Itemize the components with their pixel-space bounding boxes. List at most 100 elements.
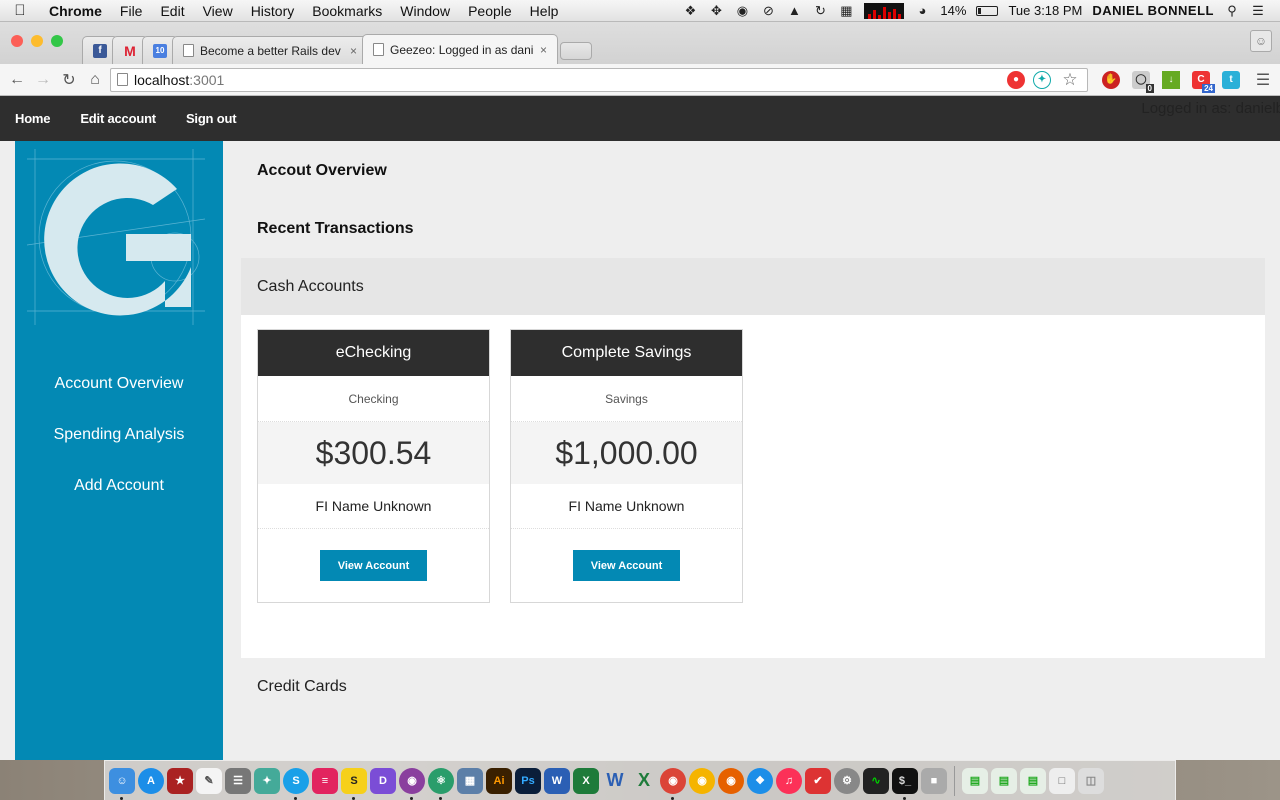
preview-icon[interactable]: ■	[921, 767, 947, 794]
photoshop-icon[interactable]: Ps	[515, 767, 541, 794]
address-bar[interactable]: localhost :3001 ● ✦ ☆	[110, 67, 1088, 92]
ghostery-badge: 0	[1145, 83, 1154, 93]
word-icon[interactable]: W	[544, 767, 570, 794]
calendar-ext-icon[interactable]: C 24	[1192, 70, 1215, 93]
notes-icon[interactable]: ☰	[225, 767, 251, 794]
finder-icon[interactable]: ☺	[109, 767, 135, 800]
calculator-icon[interactable]: ▦	[457, 767, 483, 794]
tab-close-icon[interactable]: ×	[534, 43, 547, 57]
tumblr-icon[interactable]: t	[1222, 70, 1240, 89]
download-arrow-icon[interactable]: ↓	[1162, 70, 1180, 89]
textedit-icon[interactable]: ✎	[196, 767, 222, 794]
view-account-button[interactable]: View Account	[320, 550, 427, 581]
chrome-icon[interactable]: ◉	[660, 767, 686, 800]
spotlight-search-icon[interactable]: ⚲	[1224, 3, 1240, 18]
terminal-icon[interactable]: $_	[892, 767, 918, 800]
menubar-clock[interactable]: Tue 3:18 PM	[1008, 3, 1082, 18]
cash-accounts-panel: eChecking Checking $300.54 FI Name Unkno…	[241, 315, 1265, 658]
reload-icon[interactable]: ↻	[58, 69, 80, 91]
safari-icon[interactable]: ❖	[747, 767, 773, 794]
page-body: ® Account Overview Spending Analysis Add…	[0, 141, 1280, 760]
app-store-icon[interactable]: A	[138, 767, 164, 794]
menu-bookmarks[interactable]: Bookmarks	[303, 3, 391, 19]
account-card: Complete Savings Savings $1,000.00 FI Na…	[510, 329, 743, 603]
time-machine-icon[interactable]: ↻	[812, 3, 828, 18]
tab-title: Geezeo: Logged in as dani	[390, 42, 534, 57]
lastpass-icon[interactable]: ●	[1007, 70, 1025, 89]
calendar-ext-badge: 24	[1202, 83, 1215, 93]
atom-icon[interactable]: ⚛	[428, 767, 454, 800]
menu-people[interactable]: People	[459, 3, 521, 19]
url-port: :3001	[189, 71, 225, 88]
share-icon[interactable]: ✦	[1033, 70, 1051, 89]
menu-edit[interactable]: Edit	[151, 3, 193, 19]
sidebar-item-spending-analysis[interactable]: Spending Analysis	[15, 426, 223, 444]
evernote-icon[interactable]: ▲	[786, 3, 802, 18]
zoom-window-button[interactable]	[51, 35, 63, 47]
marker-icon[interactable]: ≡	[312, 767, 338, 794]
chrome-canary-icon[interactable]: ◉	[689, 767, 715, 794]
adblock-icon[interactable]: ✋	[1102, 70, 1120, 89]
ghostery-icon[interactable]: ◯ 0	[1132, 70, 1154, 93]
view-account-button[interactable]: View Account	[573, 550, 680, 581]
menu-history[interactable]: History	[242, 3, 304, 19]
blocked-icon[interactable]: ⊘	[760, 3, 776, 18]
battery-icon[interactable]	[976, 5, 999, 16]
numbers-doc-icon[interactable]: ▤	[962, 767, 988, 794]
menu-view[interactable]: View	[194, 3, 242, 19]
tor-icon[interactable]: ◉	[399, 767, 425, 800]
browser-toolbar: ← → ↻ ⌂ localhost :3001 ● ✦ ☆ ✋ ◯ 0 ↓ C 24…	[0, 64, 1280, 96]
home-icon[interactable]: ⌂	[84, 69, 106, 91]
bookmark-star-icon[interactable]: ☆	[1059, 69, 1081, 91]
numbers-doc-icon[interactable]: ▤	[1020, 767, 1046, 794]
nav-home-link[interactable]: Home	[15, 111, 51, 126]
dock: ☺ A ★ ✎ ☰ ✦ S ≡ S D ◉ ⚛ ▦ Ai Ps W X W X …	[104, 760, 1176, 800]
memory-monitor-icon[interactable]: ▦	[838, 3, 854, 18]
firefox-icon[interactable]: ◉	[718, 767, 744, 794]
tab-geezeo[interactable]: Geezeo: Logged in as dani ×	[362, 34, 558, 64]
notification-center-icon[interactable]: ☰	[1250, 3, 1266, 18]
tab-rails-article[interactable]: Become a better Rails dev ×	[172, 36, 368, 64]
menu-help[interactable]: Help	[521, 3, 568, 19]
wunderlist-icon[interactable]: ★	[167, 767, 193, 794]
sidebar-item-add-account[interactable]: Add Account	[15, 477, 223, 495]
word-w-icon[interactable]: W	[602, 768, 628, 794]
nav-sign-out-link[interactable]: Sign out	[186, 111, 237, 126]
account-balance: $300.54	[258, 422, 489, 484]
numbers-doc-icon[interactable]: ▤	[991, 767, 1017, 794]
sublime-icon[interactable]: S	[341, 767, 367, 800]
excel-icon[interactable]: X	[573, 767, 599, 794]
lightbulb-icon[interactable]: ◉	[734, 3, 750, 18]
move-icon[interactable]: ✥	[708, 3, 724, 18]
new-tab-button[interactable]	[560, 42, 592, 60]
image-capture-icon[interactable]: ✦	[254, 767, 280, 794]
menu-window[interactable]: Window	[391, 3, 459, 19]
close-window-button[interactable]	[11, 35, 23, 47]
minimize-window-button[interactable]	[31, 35, 43, 47]
cleanmymac-icon[interactable]: ✔	[805, 767, 831, 794]
itunes-icon[interactable]: ♫	[776, 767, 802, 794]
tab-title: Become a better Rails dev	[200, 43, 341, 58]
illustrator-icon[interactable]: Ai	[486, 767, 512, 794]
back-arrow-icon[interactable]: ←	[6, 69, 28, 91]
apple-menu-icon[interactable]: 	[0, 2, 40, 19]
document-icon[interactable]: □	[1049, 767, 1075, 794]
menubar-user[interactable]: DANIEL BONNELL	[1092, 3, 1214, 18]
tab-close-icon[interactable]: ×	[344, 44, 357, 58]
chrome-menu-icon[interactable]: ☰	[1252, 69, 1274, 91]
sidebar-item-account-overview[interactable]: Account Overview	[15, 375, 223, 393]
dropbox-icon[interactable]: ❖	[682, 3, 698, 18]
wifi-icon[interactable]: ◕	[914, 3, 930, 18]
forward-arrow-icon[interactable]: →	[32, 69, 54, 91]
system-preferences-icon[interactable]: ⚙	[834, 767, 860, 794]
dash-icon[interactable]: D	[370, 767, 396, 794]
profile-icon[interactable]: ☺	[1250, 30, 1272, 52]
nav-edit-account-link[interactable]: Edit account	[80, 111, 156, 126]
menu-file[interactable]: File	[111, 3, 152, 19]
excel-x-icon[interactable]: X	[631, 768, 657, 794]
cpu-graph-icon[interactable]	[864, 2, 905, 19]
trash-icon[interactable]: ◫	[1078, 767, 1104, 794]
activity-monitor-icon[interactable]: ∿	[863, 767, 889, 794]
skype-icon[interactable]: S	[283, 767, 309, 800]
menu-app-name[interactable]: Chrome	[40, 3, 111, 19]
